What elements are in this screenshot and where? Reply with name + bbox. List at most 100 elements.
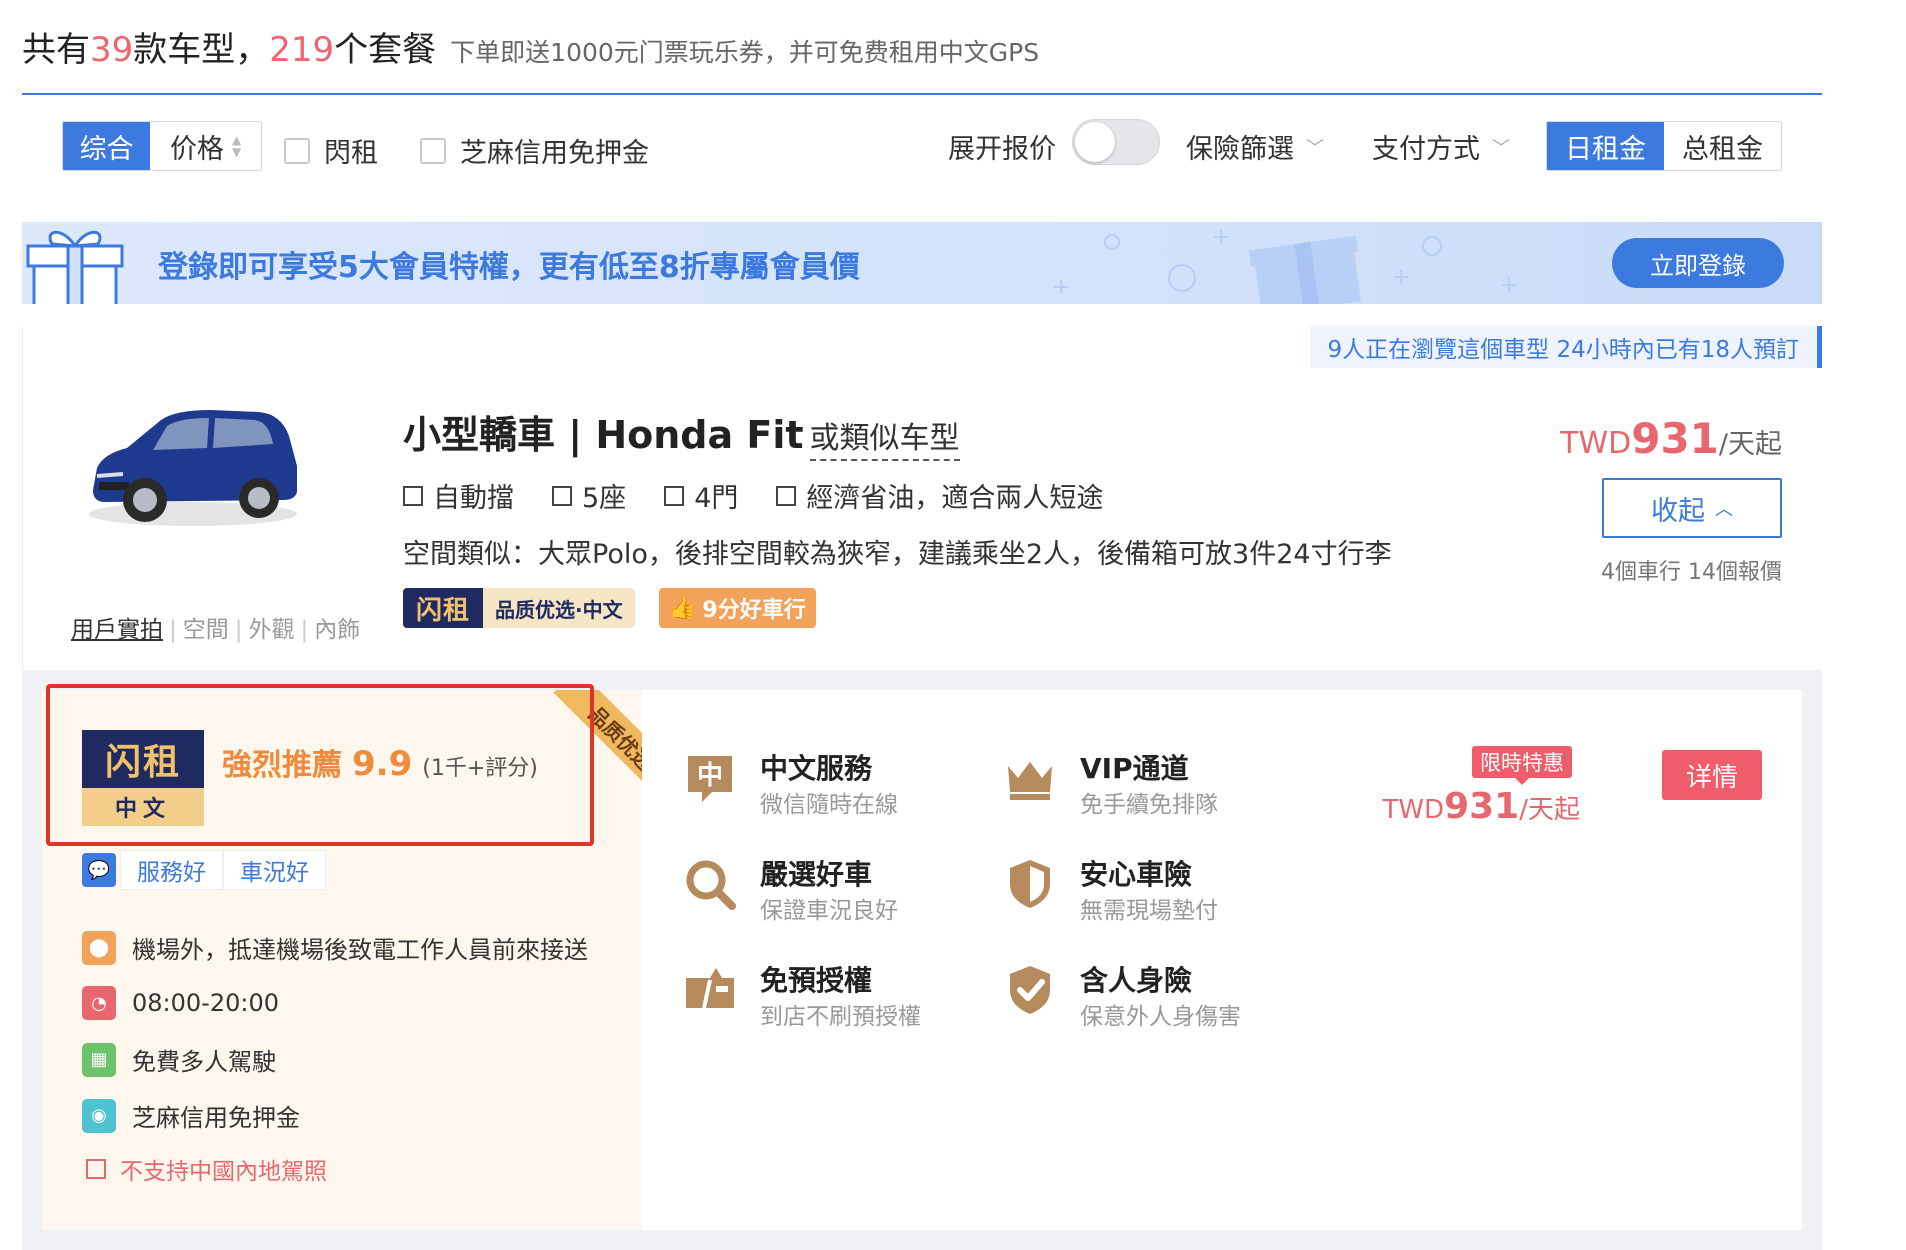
- quality-tag-text: 品质优选·中文: [483, 588, 635, 628]
- benefit-insurance: 安心車險 無需現場墊付: [1002, 856, 1218, 928]
- banner-decoration: + + + +: [1052, 225, 1518, 304]
- feature-item: 4門: [664, 476, 738, 515]
- service-tag[interactable]: 服務好: [120, 850, 223, 890]
- details-button[interactable]: 详情: [1662, 750, 1762, 800]
- feature-item: 經濟省油，適合兩人短途: [776, 476, 1103, 515]
- gift-icon: ▦: [82, 1042, 116, 1077]
- good-vendor-tag: 👍 9分好車行: [659, 588, 816, 628]
- economy-icon: [776, 485, 797, 506]
- sort-arrows-icon: ▲ ▼: [231, 133, 242, 159]
- checkbox-box: [420, 137, 446, 164]
- popularity-notice: 9人正在瀏覽這個車型 24小時內已有18人預訂: [1309, 326, 1822, 368]
- package-price: TWD 931 /天起: [1382, 786, 1580, 827]
- service-tag[interactable]: 車況好: [223, 850, 326, 890]
- car-photo[interactable]: [83, 396, 303, 536]
- svg-text:+: +: [1212, 225, 1230, 250]
- sort-price-label: 价格: [169, 133, 224, 165]
- feature-item: 5座: [552, 476, 626, 515]
- expand-quotes-label: 展开报价: [948, 134, 1056, 165]
- space-description: 空間類似：大眾Polo，後排空間較為狹窄，建議乘坐2人，後備箱可放3件24寸行李: [403, 539, 1392, 570]
- user-photos-link[interactable]: 用戶實拍: [71, 617, 163, 643]
- summary-prefix: 共有: [22, 30, 90, 70]
- sort-price-option[interactable]: 价格 ▲ ▼: [150, 122, 261, 170]
- space-photos-link[interactable]: 空間: [183, 617, 229, 643]
- model-count: 39: [90, 30, 134, 70]
- seat-icon: [552, 485, 572, 506]
- collapse-label: 收起: [1651, 495, 1705, 527]
- expand-quotes-toggle[interactable]: [1072, 119, 1160, 165]
- thumbs-up-icon: 👍: [669, 595, 697, 621]
- driver-info: ▦ 免費多人駕駛: [82, 1042, 276, 1077]
- daily-rate-option[interactable]: 日租金: [1547, 122, 1664, 170]
- sort-switch: 综合 价格 ▲ ▼: [62, 121, 262, 171]
- summary-mid: 款车型，: [133, 30, 270, 70]
- door-icon: [664, 485, 685, 506]
- collapse-button[interactable]: 收起 ︿: [1602, 478, 1782, 538]
- feature-item: 自動擋: [403, 476, 514, 515]
- sort-combined-option[interactable]: 综合: [63, 122, 151, 170]
- price-amount: 931: [1444, 786, 1520, 827]
- car-price: TWD 931 /天起: [1560, 414, 1782, 463]
- chevron-down-icon: ﹀: [1306, 137, 1324, 159]
- car-features: 自動擋 5座 4門 經濟省油，適合兩人短途: [403, 476, 1141, 515]
- similar-models-link[interactable]: 或類似车型: [809, 413, 960, 461]
- rating-label: 強烈推薦: [222, 748, 342, 783]
- insurance-filter-dropdown[interactable]: 保險篩選 ﹀: [1186, 127, 1324, 166]
- rating-score: 9.9: [352, 744, 413, 784]
- flash-rent-logo: 闪租: [403, 588, 483, 628]
- chevron-down-icon: ﹀: [1492, 137, 1510, 159]
- location-icon: ⬤: [82, 930, 116, 965]
- photo-links: 用戶實拍 | 空間 | 外觀 | 內飾: [71, 617, 361, 643]
- quote-count: 4個車行 14個報價: [1601, 560, 1782, 585]
- flash-rent-label: 閃租: [324, 138, 378, 169]
- interior-photos-link[interactable]: 內飾: [314, 617, 360, 643]
- payment-method-label: 支付方式: [1372, 134, 1480, 165]
- svg-text:中: 中: [697, 761, 723, 791]
- card-icon: [682, 962, 738, 1018]
- sesame-deposit-label: 芝麻信用免押金: [460, 138, 649, 169]
- vendor-info-panel: 品质优选 闪租 中文 強烈推薦 9.9 (1千+評分) 💬 服務好 車況好 ⬤ …: [42, 684, 642, 1230]
- vendor-logo: 闪租 中文: [82, 730, 204, 826]
- car-card: 9人正在瀏覽這個車型 24小時內已有18人預訂 用戶實拍 | 空間 | 外觀 | 內飾 小型…: [22, 326, 1822, 670]
- search-car-icon: [682, 856, 738, 912]
- pickup-info: ⬤ 機場外，抵達機場後致電工作人員前來接送: [82, 930, 588, 965]
- shield-icon: [1002, 856, 1058, 912]
- hours-info: ◔ 08:00-20:00: [82, 986, 279, 1020]
- page-margin: [1822, 0, 1906, 1250]
- summary-suffix: 个套餐: [334, 30, 437, 70]
- filter-bar: 综合 价格 ▲ ▼ 閃租 芝麻信用免押金 展开报价 保險篩選 ﹀ 支付方式 ﹀ 日…: [22, 95, 1822, 195]
- sesame-deposit-checkbox[interactable]: 芝麻信用免押金: [420, 131, 649, 170]
- rating-count: (1千+評分): [422, 756, 538, 781]
- total-rate-option[interactable]: 总租金: [1664, 122, 1781, 170]
- summary-note: 下单即送1000元门票玩乐券，并可免费租用中文GPS: [450, 38, 1040, 67]
- svg-text:+: +: [1392, 265, 1410, 290]
- benefit-chinese-service: 中 中文服務 微信隨時在線: [682, 750, 898, 822]
- rate-switch: 日租金 总租金: [1546, 121, 1782, 171]
- service-tags: 💬 服務好 車況好: [82, 850, 326, 890]
- svg-text:+: +: [1052, 275, 1070, 300]
- exterior-photos-link[interactable]: 外觀: [249, 617, 295, 643]
- svg-text:+: +: [1500, 273, 1518, 298]
- price-currency: TWD: [1382, 795, 1445, 825]
- benefit-selected-cars: 嚴選好車 保證車況良好: [682, 856, 898, 928]
- car-title: 小型轎車 | Honda Fit 或類似车型: [403, 404, 960, 461]
- login-button[interactable]: 立即登錄: [1612, 238, 1784, 288]
- benefit-vip-channel: VIP通道 免手續免排隊: [1002, 750, 1218, 822]
- warning-icon: [86, 1159, 106, 1179]
- chinese-service-icon: 中: [682, 750, 738, 806]
- deposit-icon: ◉: [82, 1098, 116, 1133]
- vendor-rating: 強烈推薦 9.9 (1千+評分): [222, 740, 538, 784]
- vip-crown-icon: [1002, 750, 1058, 806]
- car-model-name: 小型轎車 | Honda Fit: [403, 413, 804, 457]
- price-unit: /天起: [1519, 795, 1580, 825]
- checkbox-box: [284, 137, 310, 164]
- gift-box-icon: [26, 230, 124, 304]
- price-unit: /天起: [1718, 429, 1782, 460]
- package-row: 品质优选 闪租 中文 強烈推薦 9.9 (1千+評分) 💬 服務好 車況好 ⬤ …: [42, 684, 1802, 1230]
- deposit-info: ◉ 芝麻信用免押金: [82, 1098, 300, 1133]
- flash-rent-checkbox[interactable]: 閃租: [284, 131, 378, 170]
- benefit-no-preauth: 免預授權 到店不刷預授權: [682, 962, 921, 1034]
- result-summary: 共有 39 款车型， 219 个套餐 下单即送1000元门票玩乐券，并可免费租用…: [22, 22, 1039, 72]
- payment-method-dropdown[interactable]: 支付方式 ﹀: [1372, 127, 1510, 166]
- price-amount: 931: [1631, 414, 1719, 463]
